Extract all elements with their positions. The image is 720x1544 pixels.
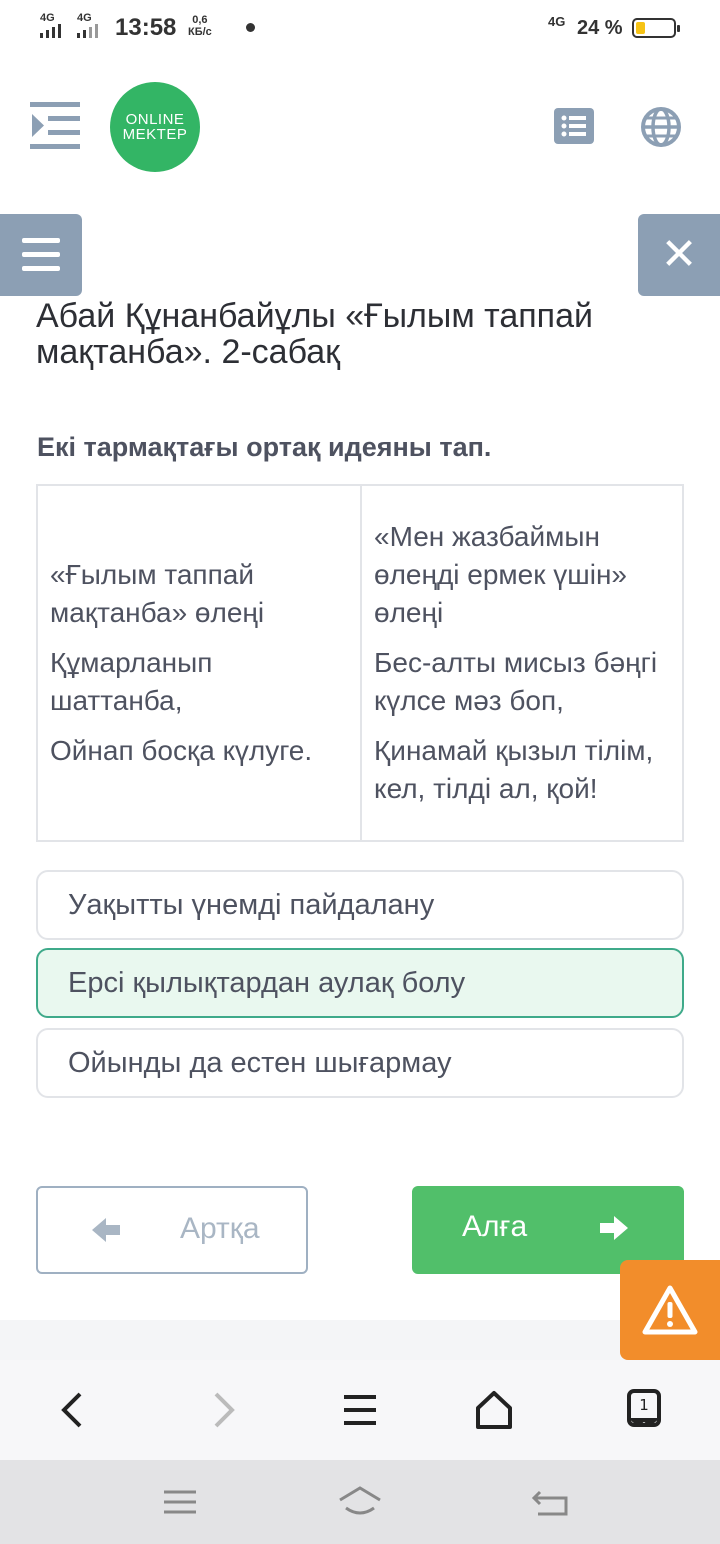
home-icon[interactable] (470, 1388, 518, 1432)
home-icon[interactable] (336, 1484, 384, 1520)
recents-icon[interactable] (156, 1484, 204, 1520)
signal-bars-2-icon (77, 24, 98, 38)
signal-bars-1-icon (40, 24, 61, 38)
report-button[interactable] (620, 1260, 720, 1360)
menu-icon[interactable] (336, 1388, 384, 1432)
close-button[interactable]: ✕ (638, 214, 720, 296)
lesson-title: Абай Құнанбайұлы «Ғылым таппай мақтанба»… (36, 297, 593, 371)
list-icon[interactable] (554, 108, 594, 144)
clock: 13:58 (115, 14, 177, 41)
logo-line1: ONLINE (125, 111, 185, 128)
network-speed: 0,6 КБ/с (188, 14, 212, 38)
globe-icon[interactable] (640, 106, 682, 148)
poem-column-left: «Ғылым таппай мақтанба» өлеңі Құмарланып… (38, 486, 360, 840)
poem-right-line2: Қинамай қызыл тілім, кел, тілді ал, қой! (374, 735, 654, 804)
logo-line2: MEKTEP (122, 126, 188, 143)
answer-option-2-selected[interactable]: Ерсі қылықтардан аулақ болу (36, 948, 684, 1018)
question-text: Екі тармақтағы ортақ идеяны тап. (37, 432, 492, 462)
arrow-left-icon (92, 1218, 120, 1242)
signal-label-2: 4G (77, 12, 92, 24)
poem-right-heading: «Мен жазбаймын өлеңді ермек үшін» өлеңі (374, 521, 627, 628)
back-button[interactable]: Артқа (36, 1186, 308, 1274)
poem-right-line1: Бес-алты мисыз бәңгі күлсе мәз боп, (374, 647, 658, 716)
forward-icon[interactable] (200, 1388, 248, 1432)
battery-icon (632, 18, 680, 38)
poem-left-line2: Ойнап босқа күлуге. (50, 735, 313, 766)
browser-nav-bar: 1 (0, 1360, 720, 1460)
next-button-label: Алға (462, 1210, 528, 1243)
signal-label-1: 4G (40, 12, 55, 24)
menu-button[interactable] (0, 214, 82, 296)
poem-column-right: «Мен жазбаймын өлеңді ермек үшін» өлеңі … (360, 486, 682, 840)
battery-percent: 24 % (577, 17, 623, 39)
notification-dot-icon (246, 23, 255, 32)
online-mektep-logo[interactable]: ONLINE MEKTEP (110, 82, 200, 172)
battery-fill (636, 22, 645, 34)
arrow-right-icon (600, 1216, 628, 1240)
poem-left-line1: Құмарланып шаттанба, (50, 647, 213, 716)
back-icon[interactable] (526, 1484, 574, 1520)
poem-left-heading: «Ғылым таппай мақтанба» өлеңі (50, 559, 265, 628)
indent-icon[interactable] (30, 102, 82, 150)
back-button-label: Артқа (180, 1212, 260, 1245)
tabs-count: 1 (639, 1396, 649, 1414)
app-header: ONLINE MEKTEP (0, 58, 720, 208)
network-speed-unit: КБ/с (188, 26, 212, 38)
warning-icon (642, 1285, 698, 1335)
poem-table: «Ғылым таппай мақтанба» өлеңі Құмарланып… (36, 484, 684, 842)
back-icon[interactable] (48, 1388, 96, 1432)
status-bar: 4G 4G 13:58 0,6 КБ/с 4G 24 % (0, 0, 720, 58)
answer-option-3[interactable]: Ойынды да естен шығармау (36, 1028, 684, 1098)
network-speed-value: 0,6 (192, 14, 208, 26)
system-nav-bar (0, 1460, 720, 1544)
tabs-icon[interactable]: 1 (620, 1388, 668, 1432)
network-type: 4G (548, 14, 566, 29)
answer-option-1[interactable]: Уақытты үнемді пайдалану (36, 870, 684, 940)
